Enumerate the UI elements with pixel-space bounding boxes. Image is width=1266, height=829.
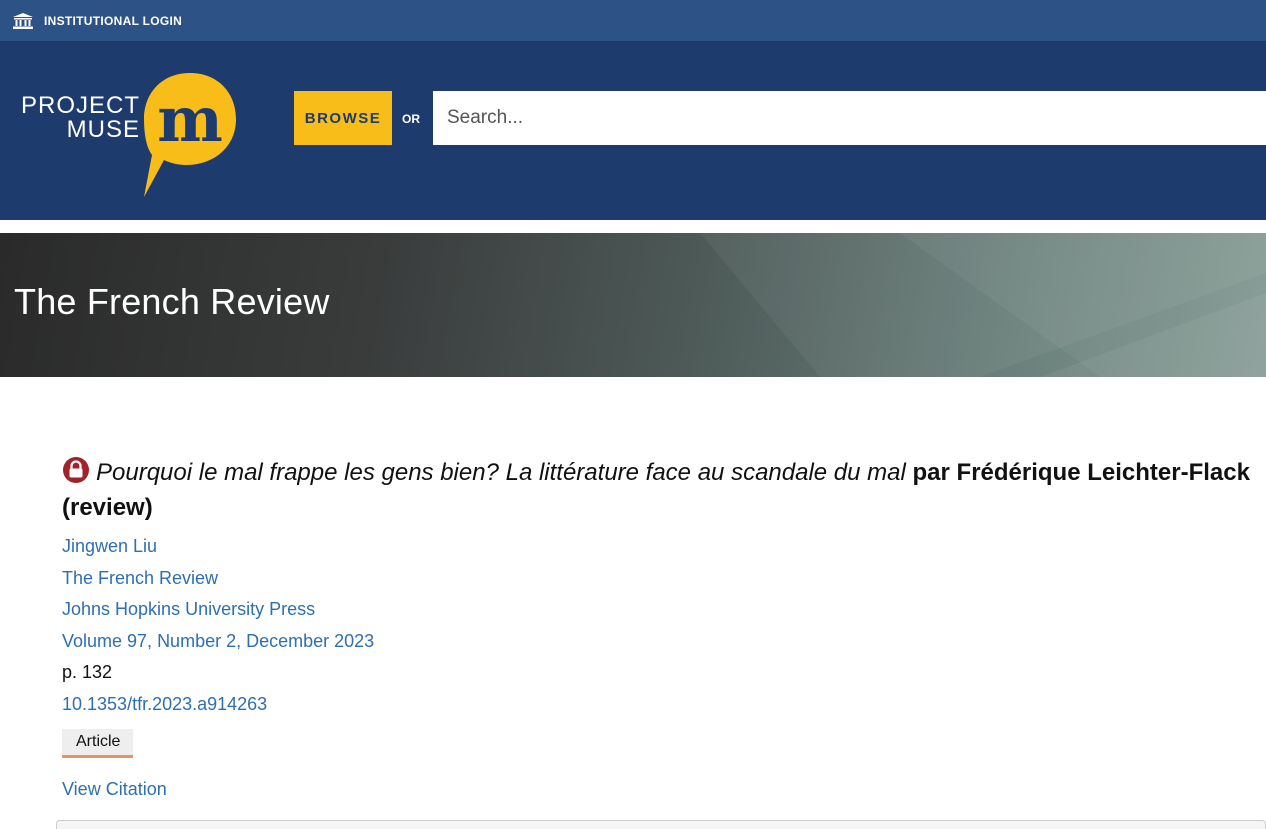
article-title: Pourquoi le mal frappe les gens bien? La…: [62, 455, 1262, 525]
or-label: OR: [402, 112, 420, 126]
journal-banner: The French Review: [0, 233, 1266, 377]
article-meta: Jingwen Liu The French Review Johns Hopk…: [62, 531, 1262, 720]
author-link[interactable]: Jingwen Liu: [62, 531, 1262, 563]
lock-icon: [63, 457, 89, 483]
institutional-login-bar[interactable]: INSTITUTIONAL LOGIN: [0, 0, 1266, 41]
article-title-italic: Pourquoi le mal frappe les gens bien? La…: [96, 459, 906, 486]
issue-link[interactable]: Volume 97, Number 2, December 2023: [62, 626, 1262, 658]
header-spacer: [0, 220, 1266, 233]
citation-panel: [56, 820, 1266, 829]
publisher-link[interactable]: Johns Hopkins University Press: [62, 594, 1262, 626]
journal-link[interactable]: The French Review: [62, 563, 1262, 595]
institution-icon: [13, 12, 33, 29]
article-details: Pourquoi le mal frappe les gens bien? La…: [62, 455, 1262, 800]
logo-line2: MUSE: [66, 116, 140, 143]
project-muse-logo-icon[interactable]: m: [140, 71, 240, 199]
article-type-tab[interactable]: Article: [62, 729, 134, 758]
journal-title: The French Review: [14, 281, 330, 322]
logo-m-glyph: m: [157, 83, 223, 156]
browse-button[interactable]: BROWSE: [294, 91, 392, 145]
logo-line1: PROJECT: [20, 92, 140, 119]
institutional-login-link[interactable]: INSTITUTIONAL LOGIN: [44, 14, 182, 28]
search-input[interactable]: [433, 91, 1266, 145]
doi-link[interactable]: 10.1353/tfr.2023.a914263: [62, 689, 1262, 721]
project-muse-logo-text[interactable]: PROJECT MUSE: [12, 94, 140, 142]
page-range: p. 132: [62, 662, 113, 682]
site-header: PROJECT MUSE m BROWSE OR: [0, 41, 1266, 220]
view-citation-link[interactable]: View Citation: [62, 779, 1262, 800]
